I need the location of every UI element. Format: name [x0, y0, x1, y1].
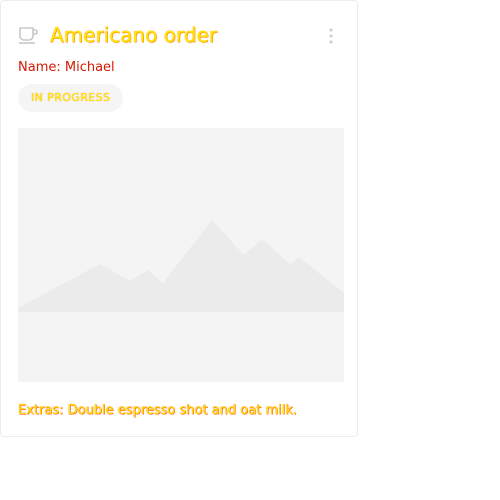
card-title: Americano order: [50, 23, 218, 47]
image-placeholder: [18, 128, 344, 382]
image-placeholder-icon: [18, 128, 344, 382]
order-extras: Extras: Double espresso shot and oat mil…: [18, 403, 297, 418]
status-badge: IN PROGRESS: [18, 84, 124, 112]
more-vert-icon[interactable]: [328, 27, 334, 45]
card-header: Americano order: [18, 21, 342, 49]
coffee-cup-icon: [18, 23, 40, 45]
order-card: Americano order Name: Michael IN PROGRES…: [0, 0, 358, 437]
customer-name: Name: Michael: [18, 60, 115, 75]
